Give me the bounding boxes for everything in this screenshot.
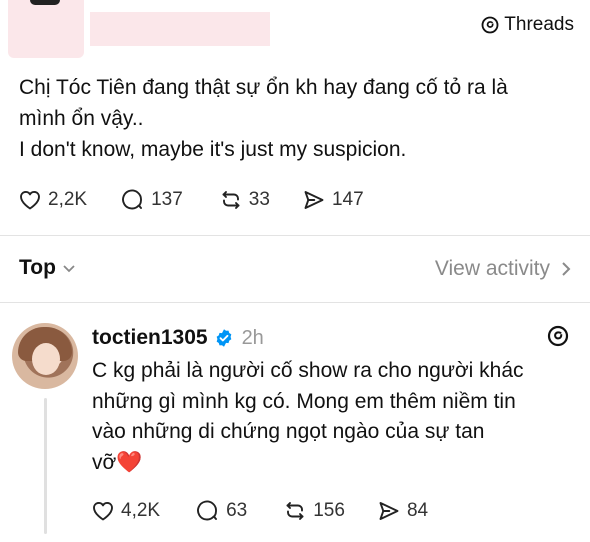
reply-avatar[interactable] — [12, 323, 78, 389]
post-actions: 2,2K 137 33 147 — [18, 188, 364, 212]
share-button[interactable]: 147 — [302, 188, 364, 212]
reply-count: 137 — [151, 189, 183, 210]
post-line: I don't know, maybe it's just my suspici… — [19, 138, 407, 161]
send-icon — [304, 191, 324, 209]
post-header: Threads — [0, 0, 590, 60]
threads-logo-icon[interactable] — [546, 324, 570, 348]
post-line: Chị Tóc Tiên đang thật sự ổn kh hay đang… — [19, 76, 508, 99]
reply-line: C kg phải là người cố show ra cho người … — [92, 359, 524, 382]
post-text: Chị Tóc Tiên đang thật sự ổn kh hay đang… — [19, 72, 579, 165]
chevron-right-icon — [562, 262, 571, 276]
reply-line: những gì mình kg có. Mong em thêm niềm t… — [92, 389, 516, 413]
repost-button[interactable]: 156 — [283, 499, 345, 523]
threads-logo-icon — [481, 16, 499, 34]
divider — [0, 302, 590, 303]
comment-icon — [197, 500, 218, 521]
redacted-username[interactable] — [90, 12, 270, 46]
like-count: 2,2K — [48, 189, 88, 210]
reply-line-last: vỡ❤️ — [92, 448, 572, 479]
reply-line: vỡ — [92, 450, 117, 474]
redacted-avatar[interactable] — [8, 0, 84, 58]
like-button[interactable]: 4,2K — [91, 499, 160, 523]
view-activity-link[interactable]: View activity — [435, 257, 572, 281]
sort-dropdown[interactable]: Top — [19, 256, 76, 280]
threads-brand[interactable]: Threads — [480, 14, 574, 36]
reply-count: 63 — [226, 500, 248, 521]
repost-icon — [286, 502, 304, 520]
reply-line: vào những di chứng ngọt ngào của sự tan — [92, 420, 485, 443]
share-count: 84 — [406, 500, 429, 521]
reply-timestamp: 2h — [241, 326, 264, 349]
share-count: 147 — [331, 189, 364, 210]
reply-actions: 4,2K 63 156 84 — [91, 499, 428, 523]
repost-button[interactable]: 33 — [219, 188, 270, 212]
post-line: mình ổn vậy.. — [19, 107, 144, 130]
red-heart-emoji: ❤️ — [116, 450, 143, 474]
chevron-down-icon — [63, 265, 75, 273]
heart-icon — [20, 190, 40, 210]
avatar-edge — [30, 0, 60, 5]
view-activity-label: View activity — [434, 257, 550, 280]
avatar-face — [32, 343, 60, 375]
like-count: 4,2K — [121, 500, 161, 521]
reply-text: C kg phải là người cố show ra cho người … — [92, 356, 572, 478]
send-icon — [379, 502, 399, 520]
sort-label: Top — [19, 256, 56, 279]
reply-button[interactable]: 137 — [121, 188, 183, 212]
like-button[interactable]: 2,2K — [18, 188, 87, 212]
reply-username[interactable]: toctien1305 — [92, 326, 208, 350]
repost-count: 33 — [248, 189, 270, 210]
repost-count: 156 — [313, 500, 345, 521]
reply-header: toctien1305 2h — [92, 326, 264, 350]
comment-icon — [122, 189, 143, 210]
heart-icon — [93, 501, 113, 521]
repost-icon — [222, 191, 240, 209]
thread-connector-line — [44, 398, 47, 534]
divider — [0, 235, 590, 236]
reply-button[interactable]: 63 — [196, 499, 247, 523]
sort-bar: Top View activity — [0, 250, 590, 288]
verified-badge-icon — [216, 329, 231, 347]
share-button[interactable]: 84 — [377, 499, 428, 523]
threads-label: Threads — [504, 14, 574, 35]
